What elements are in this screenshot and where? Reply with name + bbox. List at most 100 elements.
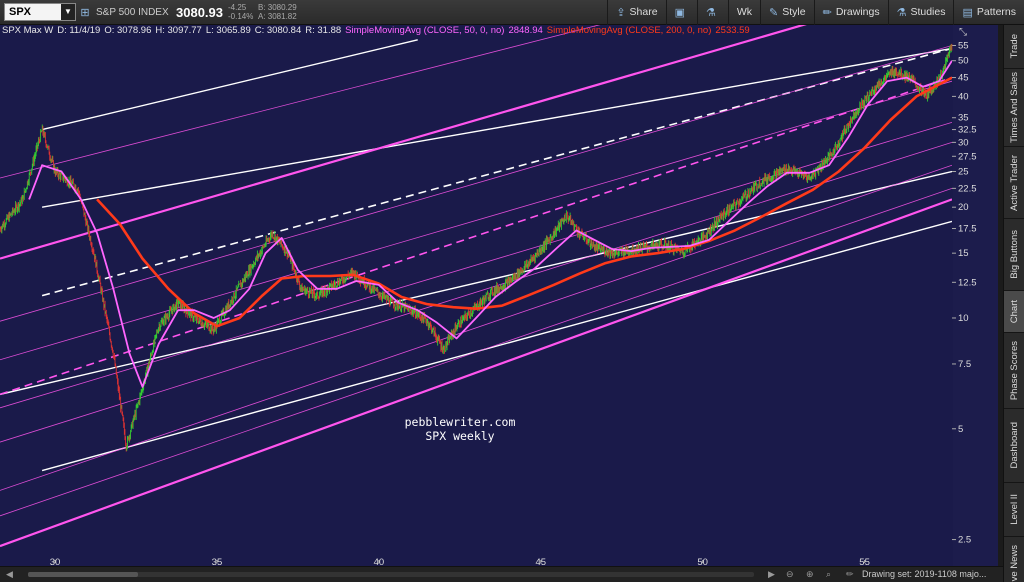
- bar-high: H: 3097.77: [155, 25, 202, 36]
- y-tick-label: 20: [958, 202, 969, 213]
- x-tick-label: 40: [374, 557, 385, 566]
- rail-tab-label: Big Buttons: [1009, 230, 1020, 279]
- x-tick-label: 30: [50, 557, 61, 566]
- rail-tab-big-buttons[interactable]: Big Buttons: [1004, 219, 1024, 291]
- scroll-right-icon[interactable]: ▶: [768, 569, 775, 580]
- rail-tab-label: Live News: [1009, 544, 1020, 582]
- rail-tab-label: Times And Sales: [1009, 72, 1020, 143]
- y-tick-label: 10: [958, 313, 969, 324]
- rail-tab-label: Trade: [1009, 34, 1020, 59]
- y-tick-label: 2.5: [958, 535, 971, 546]
- percent-change: -0.14%: [228, 12, 254, 21]
- save-button[interactable]: ▣: [665, 0, 697, 25]
- chart-title: SPX Max W: [2, 25, 54, 36]
- timeframe-button[interactable]: Wk: [727, 0, 760, 25]
- x-tick-label: 45: [535, 557, 546, 566]
- price-chart[interactable]: 2.5 5 7.5 10 12.5 15 17.5 20 22.5 25 27.5 30 32.5 35 4…: [0, 25, 998, 566]
- bid-ask-block: B: 3080.29 A: 3081.82: [258, 3, 312, 21]
- bar-range: R: 31.88: [305, 25, 342, 36]
- rail-tab-chart[interactable]: Chart: [1004, 291, 1024, 333]
- x-tick-label: 35: [212, 557, 223, 566]
- last-price: 3080.93: [176, 4, 223, 20]
- patterns-icon: ▤: [962, 6, 973, 19]
- bid-price: B: 3080.29: [258, 3, 297, 12]
- right-rail: Trade Times And Sales Active Trader Big But…: [1003, 25, 1024, 582]
- chart-scrollbar[interactable]: [28, 572, 754, 577]
- studies-button[interactable]: ⚗ Studies: [887, 0, 954, 25]
- x-tick-label: 55: [859, 557, 870, 566]
- rail-tab-level-ii[interactable]: Level II: [1004, 483, 1024, 537]
- y-tick-label: 45: [958, 73, 969, 84]
- rail-tab-label: Phase Scores: [1009, 340, 1020, 401]
- rail-tab-label: Active Trader: [1009, 154, 1020, 211]
- rail-tab-phase-scores[interactable]: Phase Scores: [1004, 333, 1024, 409]
- chart-toolbar: SPX ▼ ⊞ S&P 500 INDEX 3080.93 -4.25 -0.1…: [0, 0, 1024, 25]
- rail-tab-label: Chart: [1009, 299, 1020, 324]
- flask-icon: ⚗: [896, 6, 907, 19]
- y-tick-label: 30: [958, 137, 969, 148]
- y-tick-label: 32.5: [958, 125, 977, 136]
- save-icon: ▣: [674, 6, 685, 19]
- x-tick-label: 50: [697, 557, 708, 566]
- price-axis-area: [953, 25, 998, 566]
- plot-background: [0, 25, 998, 566]
- pencil-icon: ✏: [822, 6, 832, 19]
- rail-tab-live-news[interactable]: Live News: [1004, 537, 1024, 582]
- style-button[interactable]: ✎ Style: [760, 0, 814, 25]
- link-icon[interactable]: ⊞: [76, 3, 94, 21]
- rail-tab-label: Level II: [1009, 494, 1020, 525]
- rail-tab-dashboard[interactable]: Dashboard: [1004, 409, 1024, 483]
- rail-tab-times-and-sales[interactable]: Times And Sales: [1004, 69, 1024, 147]
- bar-low: L: 3065.89: [205, 25, 251, 36]
- thinkorswim-app: SPX ▼ ⊞ S&P 500 INDEX 3080.93 -4.25 -0.1…: [0, 0, 1024, 582]
- bar-close: C: 3080.84: [254, 25, 302, 36]
- rail-tab-trade[interactable]: Trade: [1004, 25, 1024, 69]
- bar-open: O: 3078.96: [104, 25, 152, 36]
- wrench-icon: ✎: [769, 6, 779, 19]
- zoom-in-icon[interactable]: ⊕: [806, 569, 814, 580]
- y-tick-label: 50: [958, 56, 969, 67]
- watermark-line1: pebblewriter.com: [404, 415, 516, 429]
- drawing-set-label: Drawing set: 2019-1108 majo...: [862, 569, 987, 579]
- scroll-left-icon[interactable]: ◀: [6, 569, 13, 580]
- sma50-value: 2848.94: [508, 25, 543, 36]
- lab-button[interactable]: ⚗: [696, 0, 728, 25]
- flask-icon: ⚗: [705, 6, 716, 19]
- sma200-label: SimpleMovingAvg (CLOSE, 200, 0, no): [546, 25, 712, 36]
- y-tick-label: 7.5: [958, 359, 971, 370]
- y-tick-label: 40: [958, 91, 969, 102]
- y-tick-label: 22.5: [958, 183, 977, 194]
- y-tick-label: 12.5: [958, 277, 977, 288]
- net-change: -4.25: [228, 3, 247, 12]
- ask-price: A: 3081.82: [258, 12, 297, 21]
- chart-header: SPX Max W D: 11/4/19 O: 3078.96 H: 3097.…: [2, 25, 750, 37]
- zoom-out-icon[interactable]: ⊖: [786, 569, 794, 580]
- scrollbar-thumb[interactable]: [28, 572, 138, 577]
- y-tick-label: 35: [958, 113, 969, 124]
- magnifier-icon[interactable]: ⌕: [826, 569, 831, 580]
- y-tick-label: 5: [958, 424, 963, 435]
- watermark: pebblewriter.com SPX weekly: [360, 415, 560, 443]
- chevron-down-icon[interactable]: ▼: [61, 4, 75, 20]
- y-tick-label: 27.5: [958, 151, 977, 162]
- rail-tab-label: Dashboard: [1009, 422, 1020, 469]
- drawings-button[interactable]: ✏ Drawings: [813, 0, 888, 25]
- symbol-text: SPX: [9, 6, 32, 18]
- index-name: S&P 500 INDEX: [96, 6, 169, 18]
- y-tick-label: 25: [958, 167, 969, 178]
- chart-canvas[interactable]: 2.557.51012.51517.52022.52527.53032.5354…: [0, 25, 998, 566]
- y-tick-label: 15: [958, 248, 969, 259]
- share-icon: ⇪: [616, 6, 626, 19]
- sma200-value: 2533.59: [715, 25, 750, 36]
- bar-date: D: 11/4/19: [57, 25, 101, 36]
- bottom-bar: ◀ ▶ ⊖ ⊕ ⌕ ✏ Drawing set: 2019-1108 majo.…: [0, 566, 1003, 582]
- rail-tab-active-trader[interactable]: Active Trader: [1004, 147, 1024, 219]
- expand-icon: ⤡: [959, 27, 967, 38]
- pencil-icon[interactable]: ✏: [846, 569, 854, 580]
- symbol-selector[interactable]: SPX ▼: [4, 3, 76, 21]
- change-block: -4.25 -0.14%: [228, 3, 258, 21]
- y-tick-label: 17.5: [958, 224, 977, 235]
- share-button[interactable]: ⇪ Share: [607, 0, 665, 25]
- y-tick-label: 55: [958, 40, 969, 51]
- patterns-button[interactable]: ▤ Patterns: [953, 0, 1024, 25]
